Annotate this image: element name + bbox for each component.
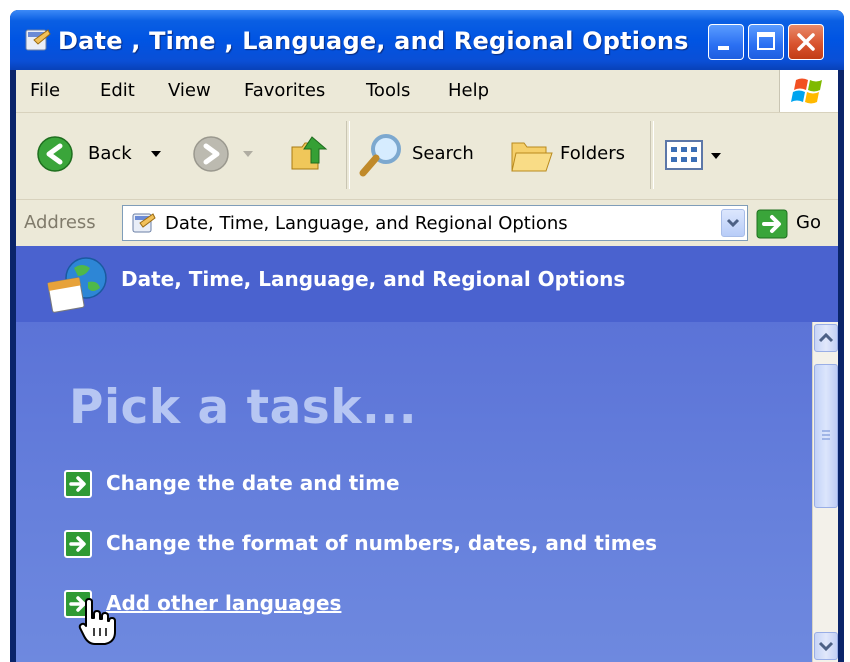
pick-a-task-heading: Pick a task... [69, 380, 418, 435]
scroll-thumb[interactable] [814, 364, 838, 508]
task-label[interactable]: Add other languages [106, 591, 341, 615]
window-title: Date , Time , Language, and Regional Opt… [58, 27, 689, 55]
menu-tools[interactable]: Tools [366, 80, 410, 101]
address-input[interactable]: Date, Time, Language, and Regional Optio… [122, 205, 748, 241]
forward-icon[interactable] [192, 135, 230, 173]
task-label[interactable]: Change the format of numbers, dates, and… [106, 531, 657, 555]
menu-file[interactable]: File [30, 80, 60, 101]
address-bar: Address Date, Time, Language, and Region… [16, 200, 838, 246]
vertical-scrollbar[interactable] [812, 322, 838, 662]
address-dropdown-button[interactable] [721, 209, 745, 237]
hand-pointer-cursor-icon [78, 598, 116, 645]
views-dropdown-icon[interactable] [710, 151, 722, 161]
search-icon[interactable] [358, 131, 406, 179]
views-icon[interactable] [664, 139, 704, 171]
address-label: Address [24, 212, 96, 233]
close-button[interactable] [788, 24, 824, 60]
green-arrow-icon [64, 530, 92, 558]
go-arrow-icon [756, 209, 788, 239]
content-area: Date, Time, Language, and Regional Optio… [16, 246, 838, 662]
back-icon[interactable] [36, 135, 74, 173]
window-chrome: File Edit View Favorites Tools Help Back [16, 70, 838, 662]
control-panel-icon [132, 213, 156, 233]
menu-edit[interactable]: Edit [100, 80, 135, 101]
back-button-label[interactable]: Back [88, 143, 132, 164]
search-button-label[interactable]: Search [412, 143, 474, 164]
chevron-down-icon [818, 641, 834, 652]
minimize-button[interactable] [708, 24, 744, 60]
minimize-icon [718, 46, 729, 50]
toolbar-separator [650, 121, 654, 189]
windows-flag-icon [791, 78, 822, 104]
globe-calendar-icon [47, 257, 107, 313]
forward-dropdown-icon [243, 151, 253, 157]
task-label[interactable]: Change the date and time [106, 471, 400, 495]
grip-icon [822, 430, 830, 440]
back-dropdown-icon[interactable] [150, 149, 162, 159]
green-arrow-icon [64, 470, 92, 498]
control-panel-icon[interactable] [24, 26, 52, 54]
menu-view[interactable]: View [168, 80, 211, 101]
category-banner: Date, Time, Language, and Regional Optio… [16, 246, 838, 322]
folders-button-label[interactable]: Folders [560, 143, 625, 164]
menu-favorites[interactable]: Favorites [244, 80, 325, 101]
windows-logo [779, 70, 838, 112]
toolbar-separator [346, 121, 350, 189]
up-folder-icon[interactable] [288, 131, 332, 175]
standard-toolbar: Back Search Folders [16, 113, 838, 200]
menu-bar: File Edit View Favorites Tools Help [16, 70, 838, 113]
scroll-up-button[interactable] [814, 324, 838, 352]
maximize-button[interactable] [748, 24, 784, 60]
title-bar[interactable]: Date , Time , Language, and Regional Opt… [10, 10, 844, 70]
chevron-down-icon [726, 218, 740, 228]
go-button-label: Go [796, 212, 821, 233]
go-button[interactable]: Go [754, 209, 834, 239]
maximize-icon [757, 32, 775, 50]
banner-title: Date, Time, Language, and Regional Optio… [121, 267, 626, 291]
address-value: Date, Time, Language, and Regional Optio… [165, 213, 568, 234]
menu-help[interactable]: Help [448, 80, 489, 101]
close-icon [797, 33, 815, 51]
folders-icon[interactable] [506, 133, 554, 177]
chevron-up-icon [818, 332, 834, 343]
scroll-down-button[interactable] [814, 632, 838, 660]
explorer-window: Date , Time , Language, and Regional Opt… [10, 10, 844, 662]
task-pane: Pick a task... Change the date and time … [16, 322, 812, 662]
